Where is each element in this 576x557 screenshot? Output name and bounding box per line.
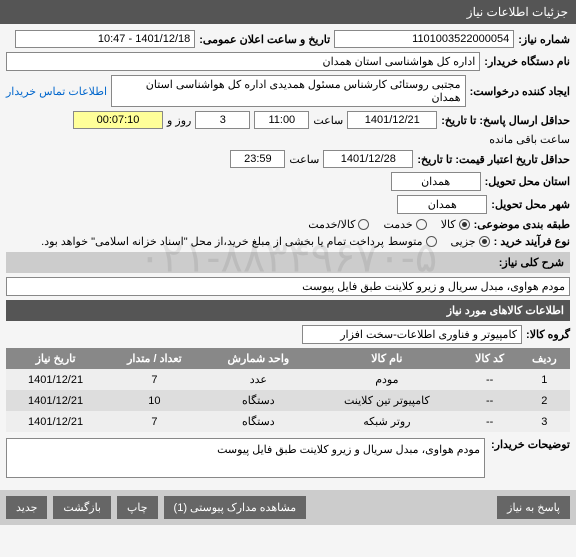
buy-note: پرداخت تمام یا بخشی از مبلغ خرید،از محل … <box>41 235 384 248</box>
radio-dot-icon <box>426 236 437 247</box>
col-qty: تعداد / متدار <box>105 348 203 369</box>
table-cell: عدد <box>204 369 314 390</box>
province-label: استان محل تحویل: <box>485 175 570 188</box>
table-cell: دستگاه <box>204 411 314 432</box>
respond-button[interactable]: پاسخ به نیاز <box>497 496 570 519</box>
need-desc-section: شرح کلی نیاز: <box>6 252 570 273</box>
requester-field: مجتبی روستائی کارشناس مسئول همدیدی اداره… <box>111 75 466 107</box>
radio-dot-icon <box>416 219 427 230</box>
buyer-org-field: اداره کل هواشناسی استان همدان <box>6 52 480 71</box>
table-cell: -- <box>461 390 519 411</box>
table-cell: -- <box>461 411 519 432</box>
need-no-field: 1101003522000054 <box>334 30 514 48</box>
col-unit: واحد شمارش <box>204 348 314 369</box>
table-cell: 1401/12/21 <box>6 369 105 390</box>
col-name: نام کالا <box>313 348 460 369</box>
table-cell: 7 <box>105 411 203 432</box>
items-section: اطلاعات کالاهای مورد نیاز <box>6 300 570 321</box>
radio-dot-icon <box>479 236 490 247</box>
table-cell: مودم <box>313 369 460 390</box>
buyer-desc-field: مودم هواوی، مبدل سریال و زیرو کلاینت طبق… <box>6 438 485 478</box>
class-label: طبقه بندی موضوعی: <box>474 218 570 231</box>
radio-kala[interactable]: کالا <box>441 218 470 231</box>
table-cell: 7 <box>105 369 203 390</box>
announce-field: 1401/12/18 - 10:47 <box>15 30 195 48</box>
valid-date-field: 1401/12/28 <box>323 150 413 168</box>
header-bar: جزئیات اطلاعات نیاز <box>0 0 576 24</box>
resp-deadline-label: حداقل ارسال پاسخ: تا تاریخ: <box>441 114 570 127</box>
contact-link[interactable]: اطلاعات تماس خریدار <box>6 85 107 98</box>
valid-deadline-label: حداقل تاریخ اعتبار قیمت: تا تاریخ: <box>417 153 570 166</box>
content-area: ۰۲۱-۸۸۳۴۹۶۷۰-۵ شماره نیاز: 1101003522000… <box>0 24 576 490</box>
need-desc-field: مودم هواوی، مبدل سریال و زیرو کلاینت طبق… <box>6 277 570 296</box>
table-row[interactable]: 2--کامپیوتر تین کلاینتدستگاه101401/12/21 <box>6 390 570 411</box>
radio-motevaset[interactable]: متوسط <box>388 235 437 248</box>
table-cell: 10 <box>105 390 203 411</box>
buy-type-radio-group: جزیی متوسط <box>388 235 490 248</box>
table-cell: 3 <box>519 411 570 432</box>
col-date: تاریخ نیاز <box>6 348 105 369</box>
group-field: کامپیوتر و فناوری اطلاعات-سخت افزار <box>302 325 522 344</box>
items-table: ردیف کد کالا نام کالا واحد شمارش تعداد /… <box>6 348 570 432</box>
header-title: جزئیات اطلاعات نیاز <box>467 5 568 19</box>
announce-label: تاریخ و ساعت اعلان عمومی: <box>199 33 330 46</box>
buyer-org-label: نام دستگاه خریدار: <box>484 55 570 68</box>
table-cell: 1401/12/21 <box>6 390 105 411</box>
day-label: روز و <box>167 114 191 127</box>
requester-label: ایجاد کننده درخواست: <box>470 85 570 98</box>
back-button[interactable]: بازگشت <box>53 496 111 519</box>
days-field: 3 <box>195 111 250 129</box>
buy-type-label: نوع فرآیند خرید : <box>494 235 570 248</box>
group-label: گروه کالا: <box>526 328 570 341</box>
buyer-desc-label: توضیحات خریدار: <box>491 438 570 451</box>
table-cell: دستگاه <box>204 390 314 411</box>
time-label-1: ساعت <box>313 114 343 127</box>
print-button[interactable]: چاپ <box>117 496 158 519</box>
class-radio-group: کالا خدمت کالا/خدمت <box>308 218 469 231</box>
resp-time-field: 11:00 <box>254 111 309 129</box>
radio-kala-khedmat[interactable]: کالا/خدمت <box>308 218 369 231</box>
table-cell: -- <box>461 369 519 390</box>
city-label: شهر محل تحویل: <box>491 198 570 211</box>
remain-label: ساعت باقی مانده <box>489 133 570 146</box>
radio-dot-icon <box>358 219 369 230</box>
table-row[interactable]: 3--روتر شبکهدستگاه71401/12/21 <box>6 411 570 432</box>
table-cell: 1 <box>519 369 570 390</box>
province-field: همدان <box>391 172 481 191</box>
col-row: ردیف <box>519 348 570 369</box>
city-field: همدان <box>397 195 487 214</box>
table-cell: 1401/12/21 <box>6 411 105 432</box>
table-cell: 2 <box>519 390 570 411</box>
attachments-button[interactable]: مشاهده مدارک پیوستی (1) <box>164 496 307 519</box>
table-row[interactable]: 1--مودمعدد71401/12/21 <box>6 369 570 390</box>
table-cell: کامپیوتر تین کلاینت <box>313 390 460 411</box>
col-code: کد کالا <box>461 348 519 369</box>
new-button[interactable]: جدید <box>6 496 47 519</box>
resp-date-field: 1401/12/21 <box>347 111 437 129</box>
footer-bar: پاسخ به نیاز مشاهده مدارک پیوستی (1) چاپ… <box>0 490 576 525</box>
table-cell: روتر شبکه <box>313 411 460 432</box>
time-label-2: ساعت <box>289 153 319 166</box>
radio-dot-icon <box>459 219 470 230</box>
valid-time-field: 23:59 <box>230 150 285 168</box>
need-no-label: شماره نیاز: <box>518 33 570 46</box>
radio-khedmat[interactable]: خدمت <box>383 218 426 231</box>
countdown-field: 00:07:10 <box>73 111 163 129</box>
radio-jozi[interactable]: جزیی <box>451 235 490 248</box>
